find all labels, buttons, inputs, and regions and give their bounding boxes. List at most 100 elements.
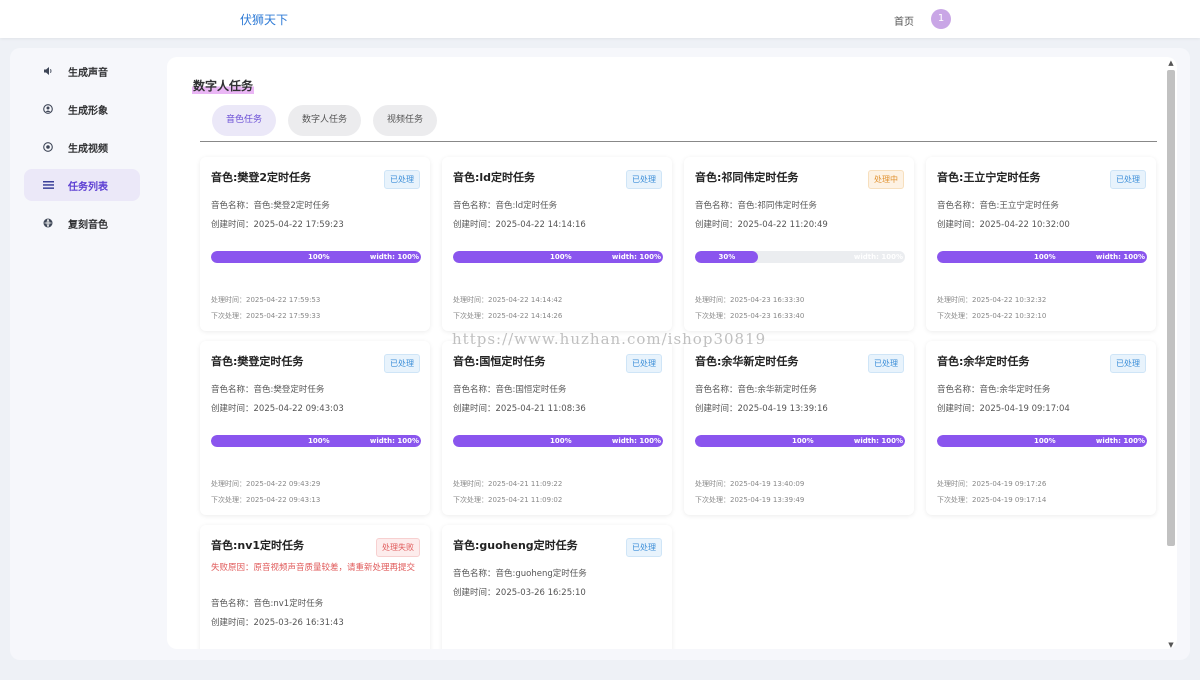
status-badge: 已处理 — [868, 354, 904, 373]
processed-time: 处理时间：2025-04-22 10:32:32 — [937, 296, 1047, 304]
brand-logo-text[interactable]: 伏狮天下 — [240, 11, 288, 28]
task-card[interactable]: 音色:王立宁定时任务 已处理 音色名称：音色:王立宁定时任务 创建时间：2025… — [926, 157, 1156, 331]
status-badge: 已处理 — [1110, 354, 1146, 373]
sidebar-item-label: 生成形象 — [68, 105, 108, 117]
processed-time: 处理时间：2025-04-19 09:17:26 — [937, 480, 1047, 488]
tab-video-tasks[interactable]: 视频任务 — [373, 105, 438, 136]
created-time-row: 创建时间：2025-04-22 11:20:49 — [695, 220, 828, 230]
list-icon — [42, 179, 54, 191]
processed-time: 处理时间：2025-04-21 11:09:22 — [453, 480, 563, 488]
sidebar-item-label: 复刻音色 — [68, 219, 108, 231]
next-process-time: 下次处理：2025-04-23 16:33:40 — [695, 312, 805, 320]
created-time-row: 创建时间：2025-04-21 11:08:36 — [453, 404, 586, 414]
fail-reason: 失败原因：原音视频声音质量较差，请重新处理再提交 — [211, 563, 416, 573]
scroll-thumb[interactable] — [1167, 70, 1175, 546]
tab-bar: 音色任务 数字人任务 视频任务 — [212, 105, 449, 136]
next-process-time: 下次处理：2025-04-22 09:43:13 — [211, 496, 321, 504]
tab-voice-tasks[interactable]: 音色任务 — [212, 105, 277, 136]
progress-width-label: width: 100% — [611, 437, 661, 445]
voice-name-row: 音色名称：音色:祁同伟定时任务 — [695, 201, 817, 211]
next-process-time: 下次处理：2025-04-22 10:32:10 — [937, 312, 1047, 320]
progress-percent: 100% — [550, 253, 572, 261]
sidebar-item-clone-voice[interactable]: 复刻音色 — [24, 207, 140, 239]
voice-name-row: 音色名称：音色:余华新定时任务 — [695, 385, 817, 395]
next-process-time: 下次处理：2025-04-21 11:09:02 — [453, 496, 563, 504]
progress-width-label: width: 100% — [369, 253, 419, 261]
speaker-icon — [42, 65, 54, 77]
progress-width-label: width: 100% — [853, 437, 903, 445]
task-title: 音色:ld定时任务 — [453, 171, 536, 184]
progress-width-label: width: 100% — [1095, 253, 1145, 261]
next-process-time: 下次处理：2025-04-19 13:39:49 — [695, 496, 805, 504]
voice-name-row: 音色名称：音色:王立宁定时任务 — [937, 201, 1059, 211]
progress-percent: 100% — [792, 437, 814, 445]
main-panel: 数字人任务 音色任务 数字人任务 视频任务 音色:樊登2定时任务 已处理 音色名… — [167, 57, 1177, 649]
progress-percent: 100% — [1034, 253, 1056, 261]
task-card[interactable]: 音色:祁同伟定时任务 处理中 音色名称：音色:祁同伟定时任务 创建时间：2025… — [684, 157, 914, 331]
voice-name-row: 音色名称：音色:余华定时任务 — [937, 385, 1051, 395]
progress-bar: 100% width: 100% — [695, 435, 905, 447]
voice-name-row: 音色名称：音色:nv1定时任务 — [211, 599, 324, 609]
progress-bar: 100% width: 100% — [937, 251, 1147, 263]
status-badge: 已处理 — [384, 354, 420, 373]
created-time-row: 创建时间：2025-04-19 13:39:16 — [695, 404, 828, 414]
nav-home-link[interactable]: 首页 — [894, 13, 914, 28]
task-card[interactable]: 音色:樊登定时任务 已处理 音色名称：音色:樊登定时任务 创建时间：2025-0… — [200, 341, 430, 515]
progress-width-label: width: 100% — [1095, 437, 1145, 445]
task-title: 音色:guoheng定时任务 — [453, 539, 578, 552]
task-title: 音色:樊登定时任务 — [211, 355, 304, 368]
top-bar: 伏狮天下 首页 1 — [0, 0, 1200, 38]
progress-width-label: width: 100% — [611, 253, 661, 261]
progress-percent: 100% — [1034, 437, 1056, 445]
task-title: 音色:余华新定时任务 — [695, 355, 799, 368]
task-title: 音色:余华定时任务 — [937, 355, 1030, 368]
progress-percent: 100% — [550, 437, 572, 445]
created-time-row: 创建时间：2025-04-19 09:17:04 — [937, 404, 1070, 414]
progress-bar: 100% width: 100% — [453, 435, 663, 447]
status-badge: 处理中 — [868, 170, 904, 189]
voice-name-row: 音色名称：音色:樊登2定时任务 — [211, 201, 330, 211]
sidebar-item-task-list[interactable]: 任务列表 — [24, 169, 140, 201]
status-badge: 已处理 — [626, 538, 662, 557]
created-time-row: 创建时间：2025-04-22 09:43:03 — [211, 404, 344, 414]
watermark: https://www.huzhan.com/ishop30819 — [452, 330, 767, 348]
user-icon — [42, 103, 54, 115]
sidebar-item-generate-avatar[interactable]: 生成形象 — [24, 93, 140, 125]
processed-time: 处理时间：2025-04-19 13:40:09 — [695, 480, 805, 488]
status-badge: 已处理 — [1110, 170, 1146, 189]
task-title: 音色:王立宁定时任务 — [937, 171, 1041, 184]
task-title: 音色:nv1定时任务 — [211, 539, 305, 552]
scroll-up-icon[interactable]: ▲ — [1166, 58, 1176, 68]
task-card[interactable]: 音色:nv1定时任务 处理失败 失败原因：原音视频声音质量较差，请重新处理再提交… — [200, 525, 430, 649]
task-card[interactable]: 音色:ld定时任务 已处理 音色名称：音色:ld定时任务 创建时间：2025-0… — [442, 157, 672, 331]
progress-bar: 100% width: 100% — [937, 435, 1147, 447]
progress-percent: 100% — [308, 253, 330, 261]
progress-bar: 100% width: 100% — [211, 435, 421, 447]
tab-digital-human-tasks[interactable]: 数字人任务 — [288, 105, 362, 136]
avatar[interactable]: 1 — [931, 9, 951, 29]
task-card[interactable]: 音色:guoheng定时任务 已处理 音色名称：音色:guoheng定时任务 创… — [442, 525, 672, 649]
next-process-time: 下次处理：2025-04-22 14:14:26 — [453, 312, 563, 320]
tab-divider — [200, 141, 1157, 142]
task-title: 音色:国恒定时任务 — [453, 355, 546, 368]
progress-percent: 30% — [718, 253, 736, 261]
voice-name-row: 音色名称：音色:ld定时任务 — [453, 201, 558, 211]
sidebar-item-label: 生成声音 — [68, 67, 108, 79]
scrollbar[interactable]: ▲ ▼ — [1166, 58, 1176, 650]
created-time-row: 创建时间：2025-04-22 10:32:00 — [937, 220, 1070, 230]
page-title: 数字人任务 — [192, 77, 255, 94]
progress-percent: 100% — [308, 437, 330, 445]
status-badge: 处理失败 — [376, 538, 420, 557]
task-card[interactable]: 音色:余华定时任务 已处理 音色名称：音色:余华定时任务 创建时间：2025-0… — [926, 341, 1156, 515]
created-time-row: 创建时间：2025-04-22 17:59:23 — [211, 220, 344, 230]
sidebar-item-generate-voice[interactable]: 生成声音 — [24, 55, 140, 87]
task-card[interactable]: 音色:国恒定时任务 已处理 音色名称：音色:国恒定时任务 创建时间：2025-0… — [442, 341, 672, 515]
voice-name-row: 音色名称：音色:guoheng定时任务 — [453, 569, 587, 579]
scroll-down-icon[interactable]: ▼ — [1166, 640, 1176, 650]
task-card[interactable]: 音色:余华新定时任务 已处理 音色名称：音色:余华新定时任务 创建时间：2025… — [684, 341, 914, 515]
sidebar-item-generate-video[interactable]: 生成视频 — [24, 131, 140, 163]
task-card[interactable]: 音色:樊登2定时任务 已处理 音色名称：音色:樊登2定时任务 创建时间：2025… — [200, 157, 430, 331]
created-time-row: 创建时间：2025-04-22 14:14:16 — [453, 220, 586, 230]
clone-icon — [42, 217, 54, 229]
progress-bar: 100% width: 100% — [211, 251, 421, 263]
